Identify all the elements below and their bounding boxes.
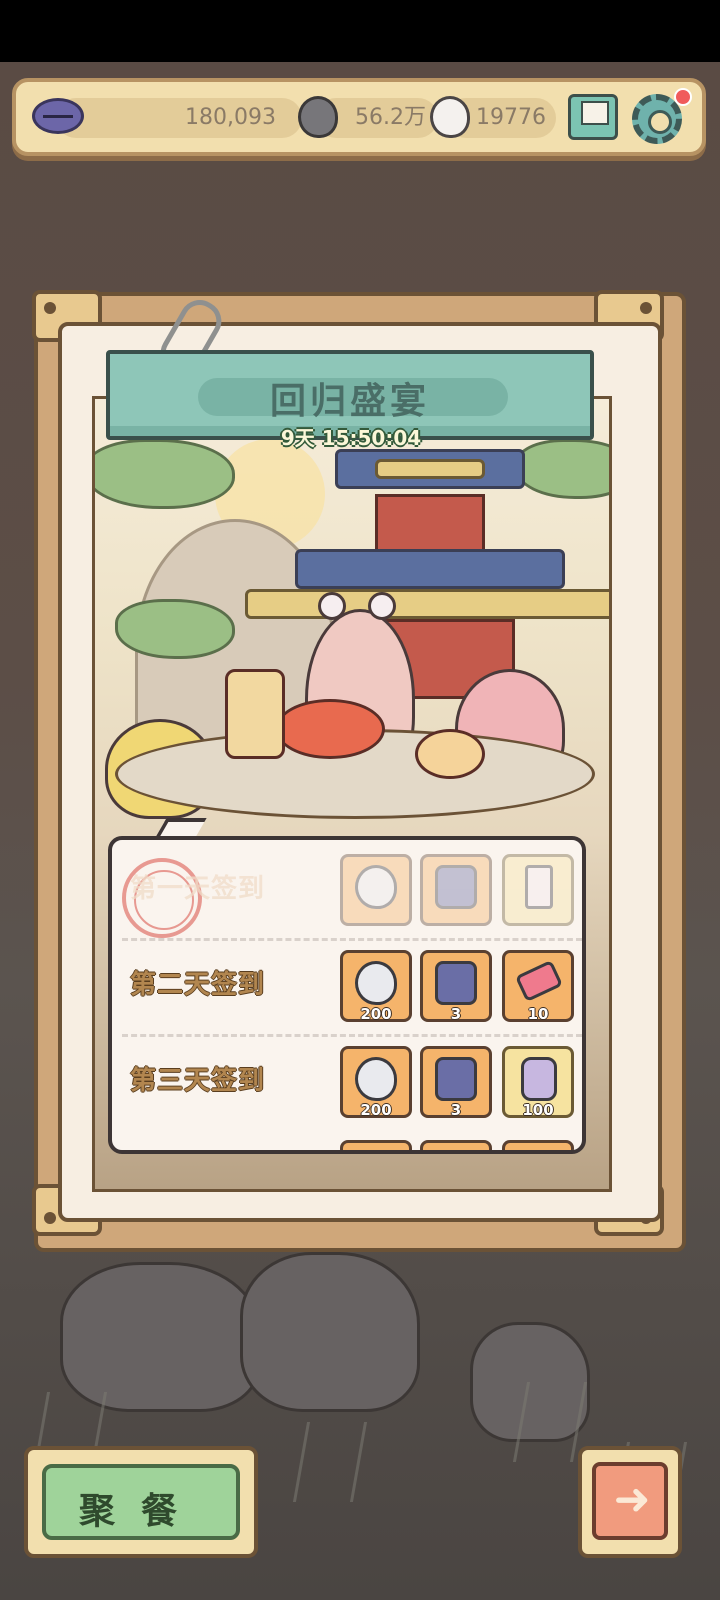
reward-slot[interactable]: 3 — [420, 1046, 492, 1119]
reward-count: 3 — [450, 1005, 462, 1023]
gather-meal-label: 聚餐 — [78, 1491, 203, 1532]
signin-row-label: 第二天签到 — [130, 970, 266, 1000]
event-title: 回归盛宴 — [269, 381, 430, 422]
reward-slot[interactable]: 10 — [502, 950, 574, 1023]
background-grass — [512, 1382, 588, 1462]
reward-slot[interactable]: 100 — [502, 1046, 574, 1119]
resource-bar: 180,093 56.2万 19776 — [12, 78, 706, 156]
signin-row-label: 第三天签到 — [130, 1066, 266, 1096]
lips-currency-pill: 180,093 — [56, 98, 302, 138]
reward-slot[interactable] — [340, 854, 412, 926]
signin-list[interactable]: 第一天签到 第二天签到 200 3 10 第三天签到 200 3 100 — [108, 836, 586, 1154]
reward-count: 3 — [450, 1101, 462, 1119]
temple-plaque — [375, 459, 485, 479]
white-drop-icon — [355, 961, 397, 1005]
pine-tree — [515, 439, 609, 499]
steamer-stack — [225, 669, 285, 759]
reward-slot[interactable] — [502, 1140, 574, 1150]
hourglass-icon — [525, 865, 553, 909]
reward-slot[interactable] — [420, 854, 492, 926]
reward-slot[interactable] — [340, 1140, 412, 1150]
background-rock — [60, 1262, 260, 1412]
signin-row-day2[interactable]: 第二天签到 200 3 10 — [112, 936, 582, 1032]
gather-meal-button-face: 聚餐 — [42, 1464, 240, 1540]
next-button[interactable]: ➜ — [578, 1446, 682, 1558]
pine-tree — [95, 439, 235, 509]
reward-count: 100 — [522, 1101, 554, 1119]
reward-slot[interactable] — [420, 1140, 492, 1150]
notification-dot — [674, 88, 692, 106]
gather-meal-button[interactable]: 聚餐 — [24, 1446, 258, 1558]
white-drop-icon — [430, 96, 470, 138]
jar-icon — [521, 1057, 557, 1101]
reward-count: 10 — [527, 1005, 549, 1023]
temple-eaves — [245, 589, 609, 619]
lips-icon — [32, 98, 84, 134]
signin-row-day3[interactable]: 第三天签到 200 3 100 — [112, 1032, 582, 1128]
reward-count: 200 — [360, 1005, 392, 1023]
next-button-face: ➜ — [592, 1462, 668, 1540]
signin-row-label: 第一天签到 — [130, 874, 266, 904]
white-drop-icon — [355, 865, 397, 909]
treasure-chest-icon — [435, 961, 477, 1005]
reward-slot[interactable] — [502, 854, 574, 926]
event-countdown: 9天 15:50:04 — [280, 426, 422, 450]
status-bar — [0, 0, 720, 62]
signin-row-day1[interactable]: 第一天签到 — [112, 840, 582, 938]
pine-tree — [115, 599, 235, 659]
treasure-chest-icon — [435, 865, 477, 909]
ticket-icon — [514, 959, 564, 1003]
reward-count: 200 — [360, 1101, 392, 1119]
white-drop-icon — [355, 1057, 397, 1101]
gray-drop-icon — [298, 96, 338, 138]
arrow-right-icon: ➜ — [613, 1474, 651, 1525]
steamer-basket — [415, 729, 485, 779]
reward-slot[interactable]: 200 — [340, 950, 412, 1023]
temple-upper-wall — [375, 494, 485, 554]
mail-icon[interactable] — [568, 94, 618, 140]
crab-dish — [275, 699, 385, 759]
background-grass — [292, 1422, 368, 1502]
background-rock — [240, 1252, 420, 1412]
reward-slot[interactable]: 3 — [420, 950, 492, 1023]
temple-roof — [295, 549, 565, 589]
lips-currency-value: 180,093 — [185, 105, 276, 130]
treasure-chest-icon — [435, 1057, 477, 1101]
reward-slot[interactable]: 200 — [340, 1046, 412, 1119]
